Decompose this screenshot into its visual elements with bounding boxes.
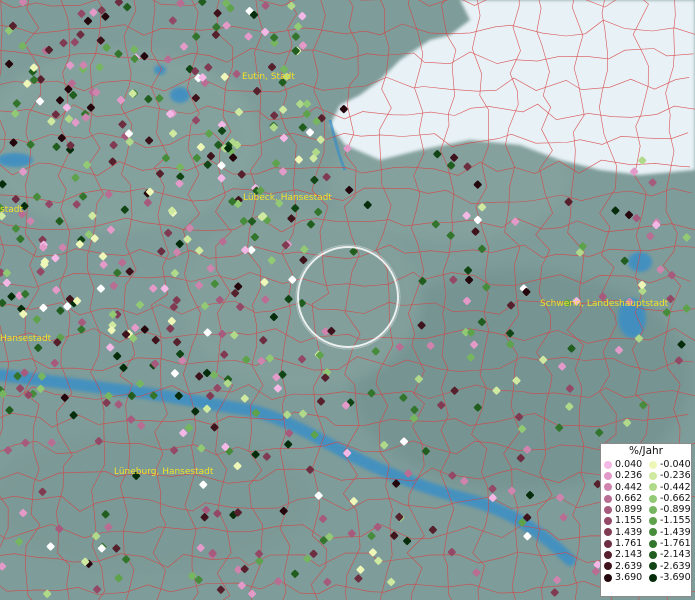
map-canvas[interactable]: Eutin, Stadt Lübeck, Hansestadt Schwerin… [0, 0, 695, 600]
legend-swatch [604, 494, 612, 503]
legend-value: 3.690 [615, 571, 643, 583]
legend-value: -2.143 [660, 549, 691, 561]
legend-swatch [649, 494, 657, 503]
city-label-eutin: Eutin, Stadt [242, 72, 295, 82]
legend-swatch [649, 573, 657, 582]
legend-swatch [604, 471, 612, 480]
legend-entry-negative: -0.040 [646, 459, 691, 470]
legend-value: -0.662 [660, 492, 691, 504]
legend-row: 2.143 -2.143 [601, 549, 691, 560]
legend-row: 2.639 -2.639 [601, 561, 691, 572]
legend-entry-positive: 0.662 [601, 493, 646, 504]
legend-swatch [649, 517, 657, 526]
legend-swatch [649, 460, 657, 469]
legend-entry-positive: 2.639 [601, 561, 646, 572]
legend-swatch [649, 562, 657, 571]
legend-row: 0.236 -0.236 [601, 470, 691, 481]
legend-swatch [604, 517, 612, 526]
legend-value: 0.442 [615, 481, 643, 493]
legend-swatch [604, 551, 612, 560]
legend-value: -0.899 [660, 504, 691, 516]
legend-swatch [649, 539, 657, 548]
legend-entry-positive: 0.040 [601, 459, 646, 470]
legend-entry-positive: 1.761 [601, 538, 646, 549]
legend-value: 2.143 [615, 549, 643, 561]
city-label-luebeck: Lübeck, Hansestadt [243, 193, 332, 203]
legend-swatch [604, 460, 612, 469]
legend-value: -0.442 [660, 481, 691, 493]
legend-swatch [604, 528, 612, 537]
legend-value: 2.639 [615, 560, 643, 572]
legend-value: 0.899 [615, 504, 643, 516]
legend-entry-positive: 0.899 [601, 504, 646, 515]
legend-value: 1.439 [615, 526, 643, 538]
legend-value: -3.690 [660, 571, 691, 583]
legend-entry-negative: -0.899 [646, 504, 691, 515]
legend-entry-positive: 1.439 [601, 527, 646, 538]
legend-value: 1.155 [615, 515, 643, 527]
legend-row: 0.899 -0.899 [601, 504, 691, 515]
legend-row: 0.442 -0.442 [601, 482, 691, 493]
city-label-schwerin: Schwerin, Landeshauptstadt [540, 299, 669, 309]
legend-value: -2.639 [660, 560, 691, 572]
legend-entry-negative: -2.143 [646, 549, 691, 560]
legend-panel: %/Jahr 0.040 -0.040 0.236 -0.236 0.442 -0.442… [600, 443, 692, 597]
legend-entry-positive: 2.143 [601, 549, 646, 560]
legend-swatch [649, 483, 657, 492]
legend-value: -1.439 [660, 526, 691, 538]
legend-grid: 0.040 -0.040 0.236 -0.236 0.442 -0.442 0.662 -0… [601, 459, 691, 583]
legend-entry-negative: -0.442 [646, 482, 691, 493]
city-label-hamburg: Hansestadt [0, 334, 52, 344]
legend-row: 0.662 -0.662 [601, 493, 691, 504]
legend-value: -0.040 [660, 459, 691, 470]
legend-entry-negative: -1.439 [646, 527, 691, 538]
legend-entry-positive: 3.690 [601, 572, 646, 583]
legend-swatch [649, 505, 657, 514]
legend-entry-negative: -2.639 [646, 561, 691, 572]
legend-value: -1.761 [660, 538, 691, 550]
legend-entry-negative: -0.662 [646, 493, 691, 504]
legend-value: 0.236 [615, 470, 643, 482]
legend-entry-positive: 0.442 [601, 482, 646, 493]
legend-value: 0.040 [615, 459, 643, 470]
legend-title: %/Jahr [628, 445, 664, 457]
legend-entry-negative: -1.155 [646, 515, 691, 526]
legend-row: 3.690 -3.690 [601, 572, 691, 583]
legend-swatch [649, 551, 657, 560]
legend-row: 1.761 -1.761 [601, 538, 691, 549]
legend-swatch [604, 483, 612, 492]
legend-value: -1.155 [660, 515, 691, 527]
legend-row: 1.439 -1.439 [601, 527, 691, 538]
legend-row: 1.155 -1.155 [601, 515, 691, 526]
legend-swatch [649, 528, 657, 537]
legend-swatch [604, 573, 612, 582]
legend-entry-negative: -3.690 [646, 572, 691, 583]
legend-swatch [604, 539, 612, 548]
legend-entry-negative: -1.761 [646, 538, 691, 549]
legend-swatch [604, 562, 612, 571]
legend-swatch [604, 505, 612, 514]
legend-value: 0.662 [615, 492, 643, 504]
legend-entry-positive: 0.236 [601, 470, 646, 481]
legend-row: 0.040 -0.040 [601, 459, 691, 470]
legend-entry-negative: -0.236 [646, 470, 691, 481]
legend-entry-positive: 1.155 [601, 515, 646, 526]
legend-swatch [649, 471, 657, 480]
legend-value: -0.236 [660, 470, 691, 482]
legend-value: 1.761 [615, 538, 643, 550]
city-label-lueneburg: Lüneburg, Hansestadt [114, 467, 214, 477]
city-label-stadt: stadt [0, 205, 23, 215]
